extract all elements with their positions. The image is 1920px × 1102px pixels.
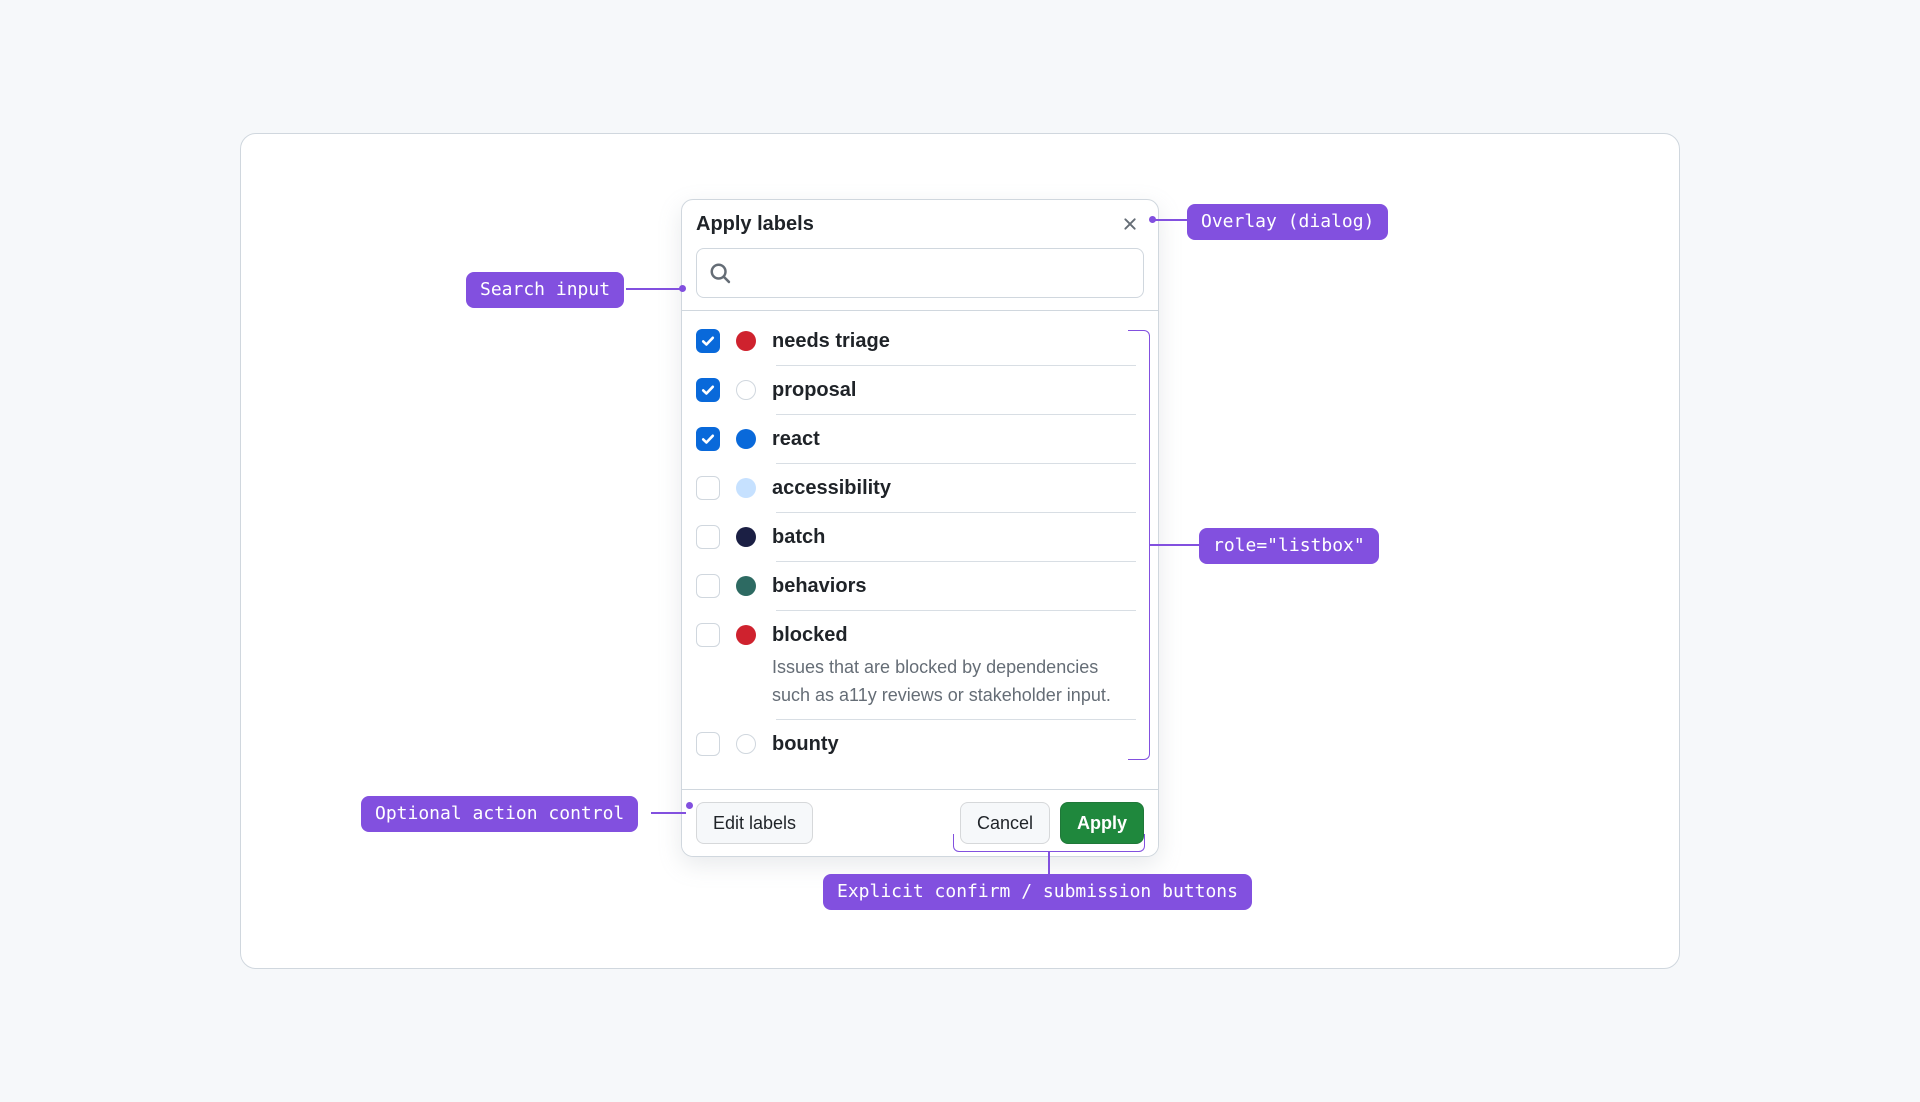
- close-icon: [1120, 214, 1140, 234]
- apply-labels-dialog: Apply labels needs triage proposal react ac…: [681, 199, 1159, 857]
- label-color-swatch: [736, 331, 756, 351]
- label-color-swatch: [736, 527, 756, 547]
- label-name: blocked: [772, 621, 1144, 649]
- annotation-line: [1153, 219, 1187, 221]
- label-option[interactable]: proposal: [696, 366, 1144, 414]
- annotation-confirm: Explicit confirm / submission buttons: [823, 874, 1252, 910]
- annotation-dot: [686, 802, 693, 809]
- label-text: batch: [772, 523, 1144, 551]
- annotation-optional-action: Optional action control: [361, 796, 638, 832]
- label-option[interactable]: accessibility: [696, 464, 1144, 512]
- annotation-line: [1150, 544, 1200, 546]
- annotation-overlay: Overlay (dialog): [1187, 204, 1388, 240]
- label-checkbox[interactable]: [696, 525, 720, 549]
- label-checkbox[interactable]: [696, 476, 720, 500]
- label-name: behaviors: [772, 572, 1144, 600]
- search-box[interactable]: [696, 248, 1144, 298]
- label-name: needs triage: [772, 327, 1144, 355]
- annotation-line: [651, 812, 686, 814]
- annotation-bracket-listbox: [1128, 330, 1150, 760]
- label-text: blocked Issues that are blocked by depend…: [772, 621, 1144, 709]
- label-option[interactable]: needs triage: [696, 317, 1144, 365]
- label-color-swatch: [736, 625, 756, 645]
- annotation-line: [626, 288, 681, 290]
- label-checkbox[interactable]: [696, 574, 720, 598]
- label-checkbox[interactable]: [696, 329, 720, 353]
- label-color-swatch: [736, 478, 756, 498]
- label-text: react: [772, 425, 1144, 453]
- label-description: Issues that are blocked by dependencies …: [772, 653, 1144, 709]
- label-checkbox[interactable]: [696, 623, 720, 647]
- annotation-listbox: role="listbox": [1199, 528, 1379, 564]
- figure-frame: Apply labels needs triage proposal react ac…: [240, 133, 1680, 969]
- label-name: bounty: [772, 730, 1144, 758]
- label-text: proposal: [772, 376, 1144, 404]
- label-option[interactable]: behaviors: [696, 562, 1144, 610]
- label-text: needs triage: [772, 327, 1144, 355]
- label-checkbox[interactable]: [696, 732, 720, 756]
- labels-listbox[interactable]: needs triage proposal react accessibility ba…: [682, 311, 1158, 789]
- label-name: accessibility: [772, 474, 1144, 502]
- label-checkbox[interactable]: [696, 378, 720, 402]
- label-color-swatch: [736, 380, 756, 400]
- label-color-swatch: [736, 734, 756, 754]
- label-option[interactable]: bounty: [696, 720, 1144, 768]
- annotation-dot: [1149, 216, 1156, 223]
- annotation-search: Search input: [466, 272, 624, 308]
- annotation-dot: [679, 285, 686, 292]
- annotation-bracket-confirm: [953, 834, 1145, 852]
- close-button[interactable]: [1116, 210, 1144, 238]
- label-name: react: [772, 425, 1144, 453]
- label-name: batch: [772, 523, 1144, 551]
- dialog-header: Apply labels: [682, 200, 1158, 238]
- label-name: proposal: [772, 376, 1144, 404]
- search-input[interactable]: [739, 262, 1131, 285]
- label-color-swatch: [736, 576, 756, 596]
- label-color-swatch: [736, 429, 756, 449]
- label-option[interactable]: blocked Issues that are blocked by depend…: [696, 611, 1144, 719]
- annotation-line: [1048, 852, 1050, 874]
- label-text: accessibility: [772, 474, 1144, 502]
- edit-labels-button[interactable]: Edit labels: [696, 802, 813, 844]
- search-icon: [709, 262, 731, 284]
- label-option[interactable]: batch: [696, 513, 1144, 561]
- label-text: bounty: [772, 730, 1144, 758]
- label-option[interactable]: react: [696, 415, 1144, 463]
- dialog-title: Apply labels: [696, 213, 814, 236]
- search-container: [682, 238, 1158, 310]
- label-text: behaviors: [772, 572, 1144, 600]
- label-checkbox[interactable]: [696, 427, 720, 451]
